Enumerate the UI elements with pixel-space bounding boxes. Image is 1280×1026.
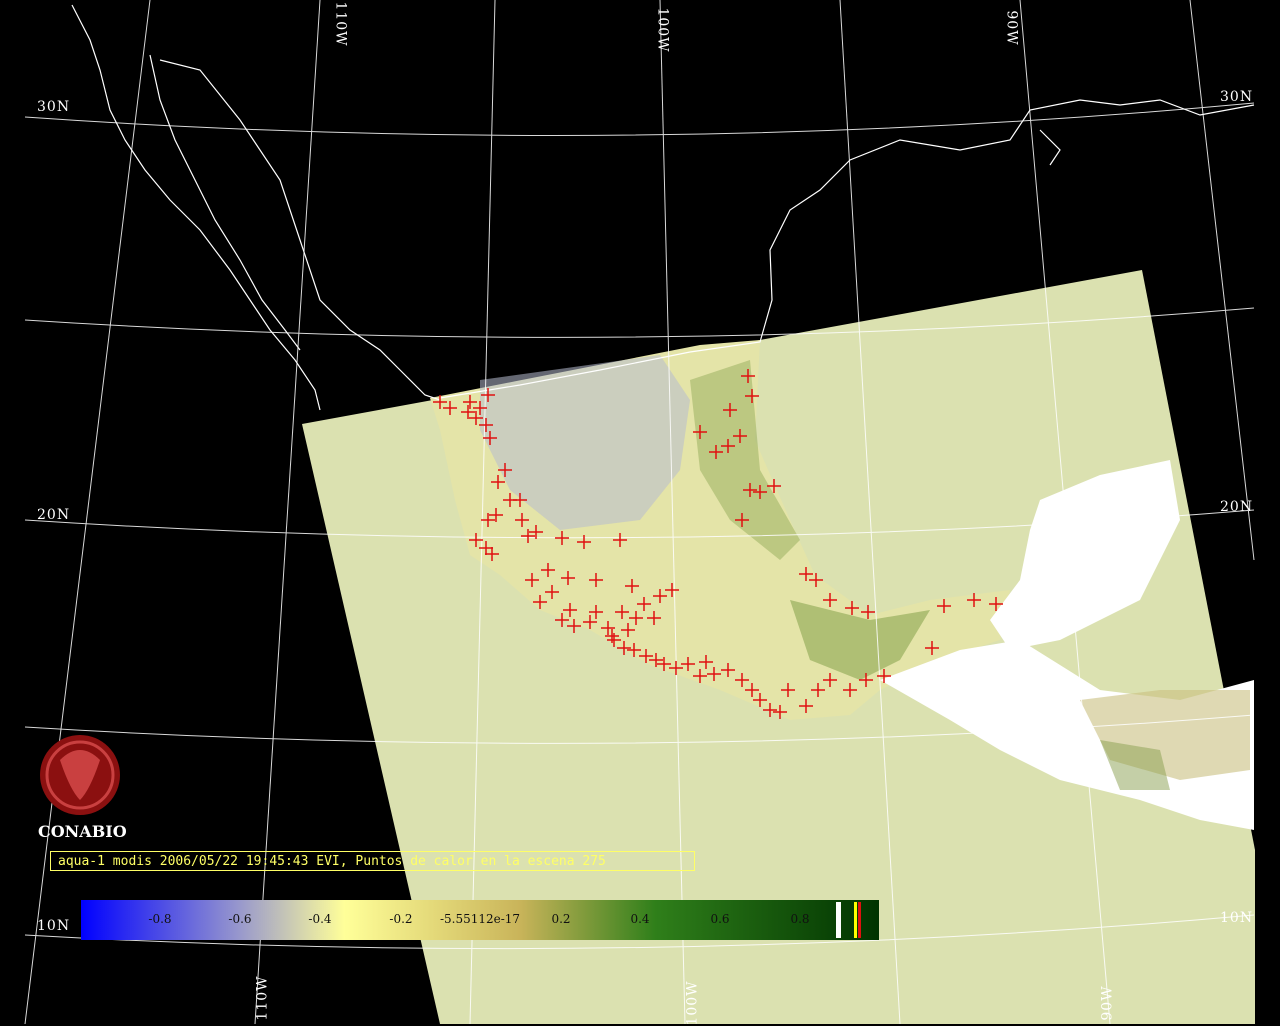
scene-caption: aqua-1 modis 2006/05/22 19:45:43 EVI, Pu… (50, 851, 695, 871)
lon-label-100w-bottom: 100W (684, 980, 701, 1026)
lat-label-20n-right: 20N (1220, 499, 1254, 515)
colorbar-white-swatch (836, 902, 841, 938)
colorbar-tick-label: -0.8 (148, 912, 172, 926)
colorbar-yellow-swatch (854, 902, 857, 938)
logo-org-name: CONABIO (38, 822, 127, 841)
colorbar-tick-label: -0.4 (308, 912, 332, 926)
colorbar-tick-label: -0.6 (228, 912, 252, 926)
lon-label-110w-top: 110W (332, 1, 349, 47)
colorbar-tick-label: -5.55112e-17 (439, 912, 521, 926)
lon-label-90w-bottom: 90W (1099, 985, 1116, 1021)
colorbar-tick-label: 0.4 (630, 912, 650, 926)
colorbar-tick-label: 0.6 (710, 912, 730, 926)
lon-label-90w-top: 90W (1003, 10, 1020, 46)
lat-label-20n-left: 20N (37, 507, 71, 523)
lat-label-10n-left: 10N (37, 918, 71, 934)
lat-label-10n-right: 10N (1220, 910, 1254, 926)
conabio-logo (40, 735, 120, 815)
lat-label-30n-right: 30N (1220, 89, 1254, 105)
lat-label-30n-left: 30N (37, 99, 71, 115)
colorbar-tick-label: -0.2 (389, 912, 413, 926)
colorbar-tick-label: 0.8 (790, 912, 810, 926)
lon-label-100w-top: 100W (654, 7, 671, 53)
lon-label-110w-bottom: 110W (254, 975, 271, 1021)
colorbar-tick-label: 0.2 (551, 912, 571, 926)
colorbar-red-swatch (858, 902, 861, 938)
